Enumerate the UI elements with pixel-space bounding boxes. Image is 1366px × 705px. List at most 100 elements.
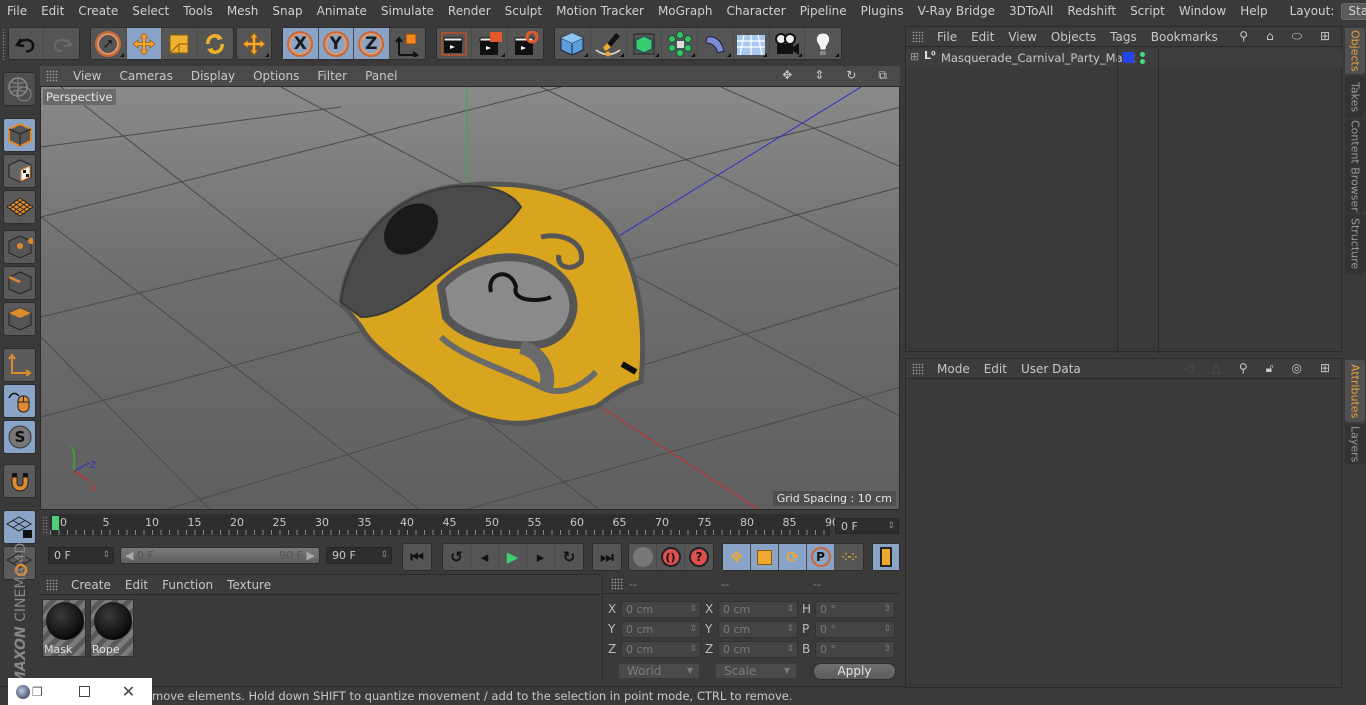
menu-tools[interactable]: Tools [176,4,220,18]
coordinate-system-button[interactable] [390,28,425,59]
target-icon[interactable]: ◎ [1284,361,1308,376]
home-icon[interactable]: ⌂ [1259,29,1281,44]
autokeying-button[interactable]: ? [685,544,713,570]
goto-start-button[interactable]: ⏮ [403,544,431,570]
spinner-icon[interactable]: ⇕ [786,622,794,637]
key-position-button[interactable]: ✥ [723,544,751,570]
toggle-icon[interactable]: ⬭ [1285,29,1309,44]
layout-dropdown[interactable]: Startup▼ [1341,2,1366,20]
add-cloner-button[interactable] [662,28,698,59]
viewport-menu-display[interactable]: Display [182,69,244,83]
playhead[interactable] [52,516,59,530]
coord-value-field[interactable]: 0 ° ⇕ [815,601,895,618]
edges-mode-button[interactable] [3,266,36,300]
spinner-icon[interactable]: ⇕ [102,548,110,563]
spinner-icon[interactable]: ⇕ [689,642,697,657]
menu-render[interactable]: Render [441,4,498,18]
x-axis-lock-button[interactable]: X [283,28,319,59]
viewport-menu-filter[interactable]: Filter [308,69,356,83]
coord-value-field[interactable]: 0 cm ⇕ [718,601,798,618]
previous-frame-button[interactable]: ◂ [471,544,499,570]
zoom-view-icon[interactable]: ⇕ [805,68,833,83]
motion-path-button[interactable] [629,544,657,570]
add-spline-pen-button[interactable] [591,28,627,59]
tweak-mode-button[interactable] [3,384,36,418]
menu-create[interactable]: Create [71,4,125,18]
make-editable-button[interactable] [3,72,36,106]
viewport-menu-view[interactable]: View [64,69,110,83]
coord-value-field[interactable]: 0 cm ⇕ [718,621,798,638]
play-button[interactable]: ▶ [499,544,527,570]
menu-snap[interactable]: Snap [265,4,309,18]
live-selection-button[interactable]: ➚ [91,28,127,59]
restore-icon[interactable]: ❐ [32,685,43,699]
menu-plugins[interactable]: Plugins [854,4,911,18]
up-arrow-icon[interactable]: △ [1205,361,1228,376]
coord-value-field[interactable]: 0 ° ⇕ [815,641,895,658]
object-row[interactable]: ⊞ L⁰ Masquerade_Carnival_Party_Mask [906,49,1343,354]
next-frame-button[interactable]: ▸ [527,544,555,570]
tab-content-browser[interactable]: Content Browser [1345,120,1365,212]
polygons-mode-button[interactable] [3,302,36,336]
cinema4d-app-icon[interactable] [16,684,30,699]
add-light-button[interactable] [805,28,841,59]
new-panel-icon[interactable]: ⊞ [1313,361,1337,376]
viewport-menu-cameras[interactable]: Cameras [110,69,181,83]
render-visibility-dot[interactable] [1140,59,1145,64]
spinner-icon[interactable]: ⇕ [883,622,891,637]
add-deformer-button[interactable] [698,28,734,59]
tab-layers[interactable]: Layers [1345,424,1365,464]
next-key-button[interactable]: ↻ [555,544,583,570]
tab-objects[interactable]: Objects [1345,28,1365,74]
material-menu-texture[interactable]: Texture [220,578,278,592]
maximize-view-icon[interactable]: ⧉ [869,68,896,83]
move-tool-button[interactable] [126,28,162,59]
coordinate-mode-dropdown[interactable]: Scale ▼ [715,663,797,679]
material-swatch-mask[interactable]: Mask [42,599,86,657]
material-menu-create[interactable]: Create [64,578,118,592]
attribute-menu-user-data[interactable]: User Data [1014,362,1088,376]
add-camera-button[interactable] [770,28,806,59]
tab-takes[interactable]: Takes [1345,76,1365,118]
scale-tool-button[interactable] [162,28,198,59]
spinner-icon[interactable]: ⇕ [883,642,891,657]
object-name[interactable]: Masquerade_Carnival_Party_Mask [941,51,1135,65]
coord-value-field[interactable]: 0 ° ⇕ [815,621,895,638]
recent-move-button[interactable] [237,28,271,59]
pan-view-icon[interactable]: ✥ [773,68,801,83]
panel-grip-icon[interactable] [46,70,58,82]
texture-mode-button[interactable] [3,154,36,188]
material-menu-edit[interactable]: Edit [118,578,155,592]
redo-button[interactable] [44,28,79,59]
spinner-icon[interactable]: ⇕ [380,548,388,563]
model-mode-button[interactable] [3,118,36,152]
timeline-ruler[interactable]: 0 5 10 15 20 25 30 35 40 45 50 55 60 65 70 75 80 85 90 [50,514,839,536]
3d-viewport[interactable]: Y Z X Perspective Grid Spacing : 10 cm [40,86,900,510]
menu-motion-tracker[interactable]: Motion Tracker [549,4,651,18]
points-mode-button[interactable] [3,230,36,264]
timeline-grip[interactable] [42,516,48,534]
menu-file[interactable]: File [0,4,34,18]
record-active-objects-button[interactable]: () [657,544,685,570]
spinner-icon[interactable]: ⇕ [689,622,697,637]
menu-animate[interactable]: Animate [310,4,374,18]
range-left-arrow-icon[interactable]: ◀ [125,549,133,562]
menu-pipeline[interactable]: Pipeline [793,4,854,18]
material-swatch-rope[interactable]: Rope [90,599,134,657]
editor-visibility-dot[interactable] [1140,52,1145,57]
tab-structure[interactable]: Structure [1345,214,1365,274]
spinner-icon[interactable]: ⇕ [883,602,891,617]
workplane-mode-button[interactable] [3,190,36,224]
menu-redshift[interactable]: Redshift [1060,4,1123,18]
start-frame-field[interactable]: 0 F ⇕ [48,547,114,564]
object-menu-objects[interactable]: Objects [1044,30,1103,44]
coordinate-space-dropdown[interactable]: World ▼ [618,663,700,679]
key-parameter-button[interactable]: P [807,544,835,570]
spinner-icon[interactable]: ⇕ [887,519,895,534]
render-to-picture-viewer-button[interactable] [472,28,508,59]
camera-label[interactable]: Perspective [43,89,116,105]
rotate-view-icon[interactable]: ↻ [837,68,865,83]
new-panel-icon[interactable]: ⊞ [1313,29,1337,44]
apply-button[interactable]: Apply [813,663,896,680]
panel-grip-icon[interactable] [912,30,924,43]
